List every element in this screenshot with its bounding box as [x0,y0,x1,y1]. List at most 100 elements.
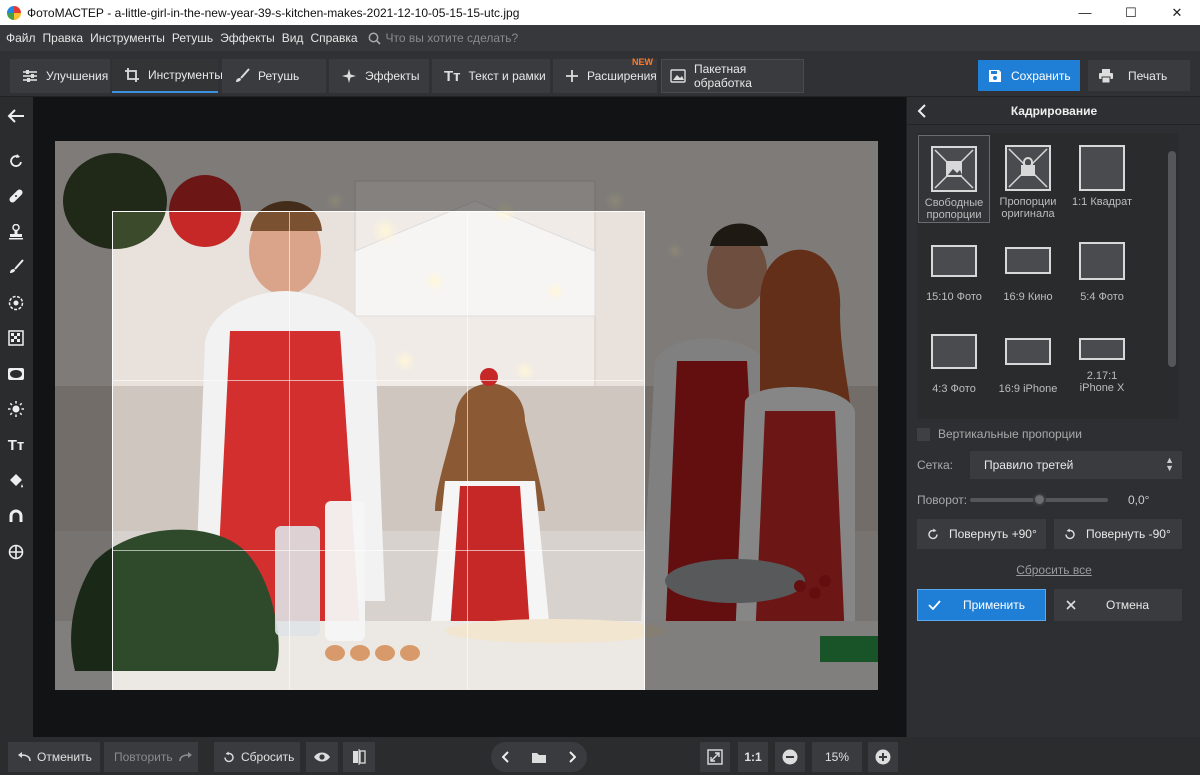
fill-icon[interactable] [6,470,26,490]
updown-icon: ▲ ▼ [1165,455,1174,473]
folder-icon[interactable] [531,751,547,764]
zoom-out-button[interactable] [775,742,805,772]
menu-view[interactable]: Вид [282,31,304,45]
preset-16-9-iphone[interactable]: 16:9 iPhone [992,322,1064,410]
maximize-button[interactable]: ☐ [1108,0,1154,25]
preset-label: Пропорции оригинала [999,196,1057,220]
menu-file[interactable]: Файл [6,31,36,45]
crop-mask-top [55,141,878,211]
file-navigation [491,742,587,772]
chevron-right-icon[interactable] [568,751,577,763]
preset-original[interactable]: Пропорции оригинала [992,135,1064,223]
preset-15-10[interactable]: 15:10 Фото [918,231,990,319]
chevron-left-icon[interactable] [917,104,927,121]
rotate-icon[interactable] [6,151,26,171]
tab-retouch[interactable]: Ретушь [222,59,326,93]
fit-screen-button[interactable] [700,742,730,772]
zoom-1-1-button[interactable]: 1:1 [738,742,768,772]
crop-frame[interactable] [112,211,645,690]
preset-label: Свободные пропорции [924,197,984,221]
presets-scrollbar[interactable] [1165,133,1179,419]
grid-icon[interactable] [6,328,26,348]
menu-help[interactable]: Справка [310,31,357,45]
grid-select[interactable]: Правило третей ▲ ▼ [970,451,1182,479]
batch-processing-button[interactable]: Пакетная обработка [661,59,804,93]
redo-label: Повторить [114,750,173,764]
tab-label: Текст и рамки [468,69,546,83]
square-ratio-icon [1079,145,1125,191]
preset-label: 16:9 Кино [1003,291,1053,303]
scrollbar-thumb[interactable] [1168,151,1176,367]
tab-enhancements[interactable]: Улучшения [10,59,110,93]
compare-button[interactable] [343,742,375,772]
target-icon[interactable] [6,293,26,313]
undo-label: Отменить [37,750,92,764]
save-label: Сохранить [1011,68,1071,83]
preset-label: 4:3 Фото [932,383,976,395]
chevron-left-icon[interactable] [501,751,510,763]
bandage-icon[interactable] [6,186,26,206]
crop-mask-left [55,211,112,690]
apply-button[interactable]: Применить [917,589,1046,621]
lock-crop-icon [1005,145,1051,191]
window-title: ФотоМАСТЕР - a-little-girl-in-the-new-ye… [27,5,520,20]
print-button[interactable]: Печать [1088,60,1190,91]
reset-button[interactable]: Сбросить [214,742,300,772]
preset-square[interactable]: 1:1 Квадрат [1066,135,1138,223]
grid-label: Сетка: [917,458,953,472]
rotate-minus-90-button[interactable]: Повернуть -90° [1054,519,1182,549]
vignette-icon[interactable] [6,364,26,384]
brush-icon[interactable] [6,257,26,277]
rotation-slider[interactable] [970,493,1108,506]
menu-retouch[interactable]: Ретушь [172,31,213,45]
left-toolbar: Tт [0,97,33,737]
redo-button[interactable]: Повторить [104,742,198,772]
crosshair-icon[interactable] [6,542,26,562]
text-icon[interactable]: Tт [6,435,26,455]
close-button[interactable]: ✕ [1154,0,1200,25]
slider-knob[interactable] [1033,493,1046,506]
tab-tools[interactable]: Инструменты [112,59,223,93]
undo-button[interactable]: Отменить [8,742,100,772]
crop-presets-grid: Свободные пропорции Пропорции оригинала … [917,133,1167,419]
minimize-button[interactable]: — [1062,0,1108,25]
free-crop-icon [931,146,977,192]
reset-all-link[interactable]: Сбросить все [907,563,1200,577]
light-icon[interactable] [6,399,26,419]
rotation-label: Поворот: [917,493,968,507]
minus-circle-icon [782,749,798,765]
tab-text-frames[interactable]: Tт Текст и рамки [432,59,550,93]
preset-iphone-x[interactable]: 2.17:1 iPhone X [1066,322,1138,410]
preview-eye-button[interactable] [306,742,338,772]
back-arrow-icon[interactable] [6,106,26,126]
tab-effects[interactable]: Эффекты [329,59,429,93]
menu-effects[interactable]: Эффекты [220,31,275,45]
preset-4-3[interactable]: 4:3 Фото [918,322,990,410]
preset-free[interactable]: Свободные пропорции [918,135,990,223]
close-icon [1066,600,1076,610]
zoom-in-button[interactable] [868,742,898,772]
preset-16-9[interactable]: 16:9 Кино [992,231,1064,319]
fit-screen-icon [707,749,723,765]
menu-tools[interactable]: Инструменты [90,31,165,45]
rotation-value: 0,0° [1128,493,1150,507]
checkbox-box[interactable] [917,427,930,441]
images-icon [670,69,686,83]
ratio-15-10-icon [931,245,977,277]
magnet-icon[interactable] [6,506,26,526]
save-button[interactable]: Сохранить [978,60,1080,91]
tab-extensions[interactable]: Расширения NEW [553,57,657,93]
grid-line [467,212,468,690]
new-badge: NEW [632,57,653,67]
panel-header: Кадрирование [907,97,1200,125]
stamp-icon[interactable] [6,222,26,242]
menu-edit[interactable]: Правка [43,31,84,45]
editing-canvas[interactable] [33,97,906,737]
photo[interactable] [55,141,878,690]
cancel-button[interactable]: Отмена [1054,589,1182,621]
preset-5-4[interactable]: 5:4 Фото [1066,231,1138,319]
search-field[interactable]: Что вы хотите сделать? [368,31,518,45]
panel-title: Кадрирование [1010,103,1098,118]
vertical-proportions-checkbox[interactable]: Вертикальные пропорции [917,427,1082,441]
rotate-plus-90-button[interactable]: Повернуть +90° [917,519,1046,549]
